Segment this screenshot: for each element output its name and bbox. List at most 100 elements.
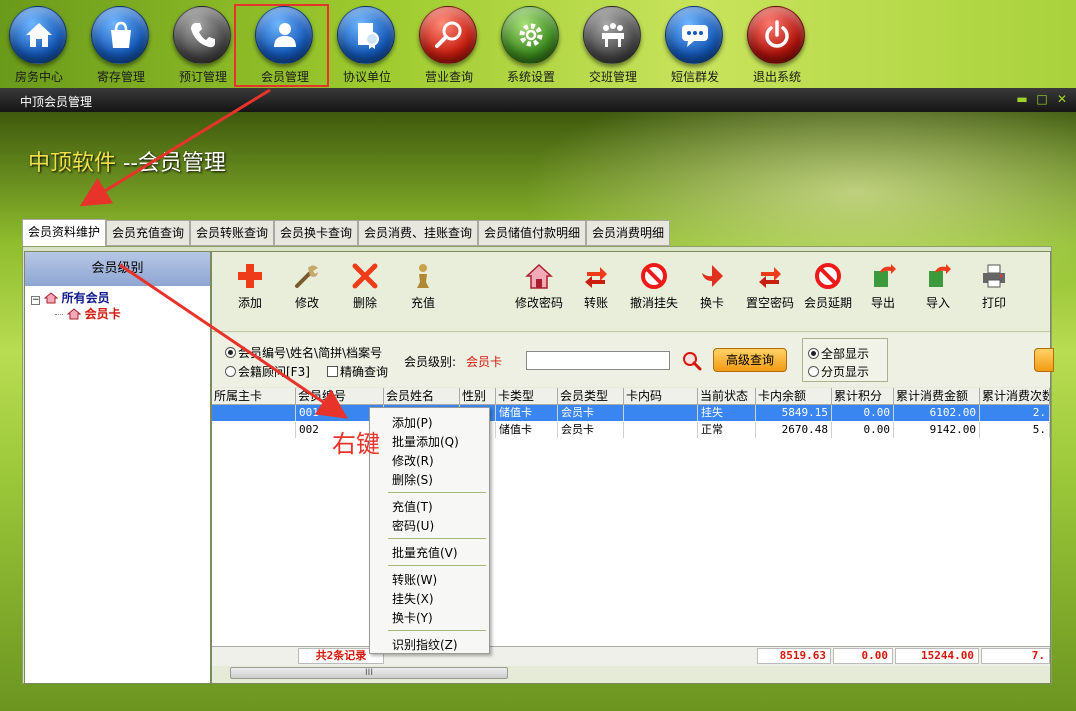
delete-x-icon — [352, 263, 378, 289]
no-entry-icon — [815, 263, 841, 289]
exact-query-checkbox[interactable]: 精确查询 — [327, 363, 388, 380]
side-button[interactable] — [1034, 348, 1054, 372]
phone-icon — [173, 6, 231, 64]
radio-show-all[interactable]: 全部显示 — [808, 345, 869, 362]
member-level-tree: 会员级别 − 所有会员 会员卡 — [24, 251, 211, 684]
menu-item-fingerprint[interactable]: 识别指纹(Z) — [392, 636, 458, 653]
wrench-icon — [295, 265, 318, 288]
tab-consume-detail[interactable]: 会员消费明细 — [586, 220, 670, 246]
tree-node-member-card[interactable]: 会员卡 — [55, 305, 121, 322]
col-header[interactable]: 当前状态 — [698, 388, 756, 405]
context-menu: 添加(P) 批量添加(Q) 修改(R) 删除(S) 充值(T) 密码(U) 批量… — [369, 407, 490, 654]
export-icon — [874, 264, 896, 287]
main-toolbar: 房务中心 寄存管理 预订管理 会员管理 协议单位 营业查询 系统设置 交班管理 … — [0, 0, 1076, 88]
menu-item-password[interactable]: 密码(U) — [392, 517, 434, 534]
menu-separator — [388, 630, 486, 631]
magnifier-icon — [419, 6, 477, 64]
col-header[interactable]: 会员类型 — [558, 388, 624, 405]
reset-password-button[interactable]: 置空密码 — [739, 262, 801, 311]
toolbar-system-settings[interactable]: 系统设置 — [492, 2, 570, 86]
no-entry-icon — [641, 263, 667, 289]
total-points: 0.00 — [833, 648, 893, 664]
menu-item-change-card[interactable]: 换卡(Y) — [392, 609, 433, 626]
app-title: 中顶软件 --会员管理 — [28, 151, 226, 176]
search-icon[interactable] — [682, 351, 702, 371]
menu-item-delete[interactable]: 删除(S) — [392, 471, 433, 488]
menu-item-report-loss[interactable]: 挂失(X) — [392, 590, 434, 607]
member-level-value: 会员卡 — [466, 355, 503, 369]
cancel-loss-button[interactable]: 撤消挂失 — [623, 262, 685, 311]
toolbar-shift[interactable]: 交班管理 — [574, 2, 652, 86]
export-button[interactable]: 导出 — [852, 262, 914, 311]
close-icon[interactable]: ✕ — [1054, 91, 1070, 107]
tab-member-info[interactable]: 会员资料维护 — [22, 219, 106, 247]
total-times: 7. — [981, 648, 1050, 664]
tab-stored-payment[interactable]: 会员储值付款明细 — [478, 220, 586, 246]
gear-icon — [501, 6, 559, 64]
col-header[interactable]: 会员姓名 — [384, 388, 460, 405]
meeting-icon — [583, 6, 641, 64]
toolbar-sms[interactable]: 短信群发 — [656, 2, 734, 86]
change-card-button[interactable]: 换卡 — [681, 262, 743, 311]
col-header[interactable]: 累计消费金额 — [894, 388, 980, 405]
window-title-bar: 中顶会员管理 ▬ □ ✕ — [0, 88, 1076, 112]
delete-button[interactable]: 删除 — [334, 262, 396, 311]
advanced-query-button[interactable]: 高级查询 — [713, 348, 787, 372]
extend-member-button[interactable]: 会员延期 — [797, 262, 859, 311]
menu-item-transfer[interactable]: 转账(W) — [392, 571, 437, 588]
import-button[interactable]: 导入 — [907, 262, 969, 311]
col-header[interactable]: 卡内码 — [624, 388, 698, 405]
toolbar-reservation[interactable]: 预订管理 — [164, 2, 242, 86]
home-icon — [9, 6, 67, 64]
add-button[interactable]: 添加 — [219, 262, 281, 311]
change-password-button[interactable]: 修改密码 — [508, 262, 570, 311]
table-row[interactable]: 001 男 储值卡 会员卡 挂失 5849.15 0.00 6102.00 2. — [212, 405, 1050, 421]
toolbar-business-query[interactable]: 营业查询 — [410, 2, 488, 86]
print-button[interactable]: 打印 — [963, 262, 1025, 311]
house-key-icon — [525, 263, 553, 289]
menu-separator — [388, 492, 486, 493]
col-header[interactable]: 累计积分 — [832, 388, 894, 405]
menu-item-batch-recharge[interactable]: 批量充值(V) — [392, 544, 458, 561]
highlight-box — [234, 4, 329, 87]
tree-header: 会员级别 — [25, 252, 210, 286]
col-header[interactable]: 所属主卡 — [212, 388, 296, 405]
radio-paged[interactable]: 分页显示 — [808, 363, 869, 380]
toolbar-agreement-unit[interactable]: 协议单位 — [328, 2, 406, 86]
menu-item-edit[interactable]: 修改(R) — [392, 452, 434, 469]
toolbar-room-center[interactable]: 房务中心 — [0, 2, 78, 86]
tab-recharge-query[interactable]: 会员充值查询 — [106, 220, 190, 246]
tab-transfer-query[interactable]: 会员转账查询 — [190, 220, 274, 246]
radio-member-number[interactable]: 会员编号\姓名\简拼\档案号 — [225, 344, 382, 361]
window-title: 中顶会员管理 — [20, 95, 93, 109]
printer-icon — [983, 264, 1005, 288]
tab-card-change-query[interactable]: 会员换卡查询 — [274, 220, 358, 246]
tree-node-all-members[interactable]: − 所有会员 — [31, 289, 110, 306]
edit-button[interactable]: 修改 — [276, 262, 338, 311]
folder-home-icon — [43, 292, 58, 304]
search-input[interactable] — [526, 351, 670, 370]
recharge-button[interactable]: 充值 — [392, 262, 454, 311]
collapse-icon[interactable]: − — [31, 296, 40, 305]
menu-item-add[interactable]: 添加(P) — [392, 414, 433, 431]
maximize-icon[interactable]: □ — [1034, 91, 1050, 107]
radio-advisor[interactable]: 会籍顾问[F3] — [225, 363, 310, 380]
contract-icon — [337, 6, 395, 64]
menu-item-batch-add[interactable]: 批量添加(Q) — [392, 433, 459, 450]
horizontal-scrollbar[interactable]: III — [230, 667, 508, 679]
tab-consume-query[interactable]: 会员消费、挂账查询 — [358, 220, 478, 246]
col-header[interactable]: 卡类型 — [496, 388, 558, 405]
minimize-icon[interactable]: ▬ — [1014, 91, 1030, 107]
reset-password-icon — [759, 267, 781, 288]
toolbar-storage[interactable]: 寄存管理 — [82, 2, 160, 86]
toolbar-exit[interactable]: 退出系统 — [738, 2, 816, 86]
menu-item-recharge[interactable]: 充值(T) — [392, 498, 433, 515]
transfer-button[interactable]: 转账 — [565, 262, 627, 311]
bag-icon — [91, 6, 149, 64]
col-header[interactable]: 卡内余额 — [756, 388, 832, 405]
total-balance: 8519.63 — [757, 648, 831, 664]
chat-icon — [665, 6, 723, 64]
col-header[interactable]: 会员编号 — [296, 388, 384, 405]
col-header[interactable]: 性别 — [460, 388, 496, 405]
col-header[interactable]: 累计消费次数 — [980, 388, 1050, 405]
